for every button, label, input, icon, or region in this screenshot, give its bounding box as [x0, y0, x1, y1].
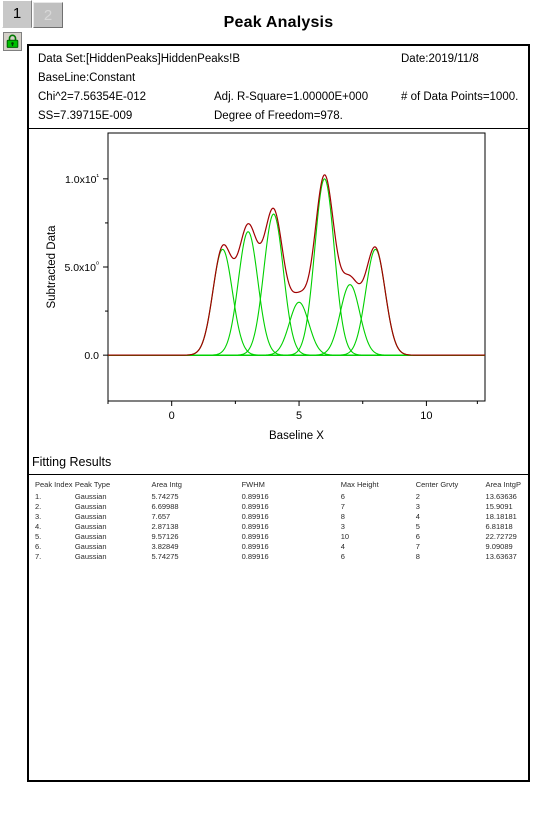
table-header-row: Peak Index Peak Type Area Intg FWHM Max … [35, 480, 521, 491]
cell-area-intg: 2.87138 [151, 521, 179, 531]
column-header-peak-index: Peak Index [35, 480, 73, 489]
cell-center-grvty: 4 [415, 511, 420, 521]
cell-max-height: 7 [340, 501, 345, 511]
cell-peak-index: 7. [35, 551, 42, 561]
cell-max-height: 8 [340, 511, 345, 521]
cell-peak-type: Gaussian [74, 531, 107, 541]
cell-center-grvty: 2 [415, 491, 420, 501]
padlock-icon[interactable] [3, 32, 22, 51]
cell-max-height: 6 [340, 551, 345, 561]
cell-peak-type: Gaussian [74, 521, 107, 531]
fitting-results-divider [29, 474, 528, 475]
ss-label: SS=7.39715E-009 [38, 110, 133, 122]
cell-peak-index: 5. [35, 531, 42, 541]
cell-fwhm: 0.89916 [241, 551, 269, 561]
header-row-dataset: Data Set:[HiddenPeaks]HiddenPeaks!B Date… [29, 50, 528, 69]
cell-center-grvty: 6 [415, 531, 420, 541]
report-header-info: Data Set:[HiddenPeaks]HiddenPeaks!B Date… [29, 46, 528, 129]
cell-area-intgp: 18.18181 [485, 511, 517, 521]
header-row-baseline: BaseLine:Constant [29, 69, 528, 88]
x-tick-label: 0 [169, 410, 175, 422]
cell-area-intg: 7.657 [151, 511, 171, 521]
fitting-results-heading: Fitting Results [32, 455, 112, 469]
degree-of-freedom-label: Degree of Freedom=978. [214, 110, 343, 122]
cell-peak-index: 3. [35, 511, 42, 521]
cell-peak-index: 2. [35, 501, 42, 511]
cell-max-height: 4 [340, 541, 345, 551]
cell-center-grvty: 7 [415, 541, 420, 551]
fitting-results-table: Peak Index Peak Type Area Intg FWHM Max … [35, 480, 521, 561]
header-row-statistics: Chi^2=7.56354E-012 Adj. R-Square=1.00000… [29, 88, 528, 107]
data-points-label: # of Data Points=1000. [401, 91, 519, 103]
chi-square-label: Chi^2=7.56354E-012 [38, 91, 147, 103]
y-tick-label: 5.0x10⁰ [64, 260, 99, 275]
cell-fwhm: 0.89916 [241, 491, 269, 501]
cell-peak-type: Gaussian [74, 511, 107, 521]
cell-area-intgp: 15.9091 [485, 501, 513, 511]
data-set-label: Data Set:[HiddenPeaks]HiddenPeaks!B [38, 53, 241, 65]
adj-r-square-label: Adj. R-Square=1.00000E+000 [214, 91, 369, 103]
cell-area-intg: 5.74275 [151, 491, 179, 501]
cell-peak-type: Gaussian [74, 541, 107, 551]
column-header-fwhm: FWHM [241, 480, 265, 489]
cell-fwhm: 0.89916 [241, 521, 269, 531]
cell-peak-type: Gaussian [74, 551, 107, 561]
cell-center-grvty: 3 [415, 501, 420, 511]
cell-peak-index: 4. [35, 521, 42, 531]
x-tick-label: 5 [296, 410, 302, 422]
cell-area-intgp: 13.63637 [485, 551, 517, 561]
cell-area-intgp: 13.63636 [485, 491, 517, 501]
cell-peak-index: 6. [35, 541, 42, 551]
cell-max-height: 10 [340, 531, 350, 541]
table-row: 7. Gaussian 5.74275 0.89916 6 8 13.63637 [35, 551, 521, 561]
baseline-label: BaseLine:Constant [38, 72, 136, 84]
header-row-ss: SS=7.39715E-009 Degree of Freedom=978. [29, 107, 528, 126]
cell-fwhm: 0.89916 [241, 501, 269, 511]
cell-center-grvty: 5 [415, 521, 420, 531]
cell-area-intgp: 9.09089 [485, 541, 513, 551]
cell-peak-index: 1. [35, 491, 42, 501]
cell-area-intg: 6.69988 [151, 501, 179, 511]
table-row: 2. Gaussian 6.69988 0.89916 7 3 15.9091 [35, 501, 521, 511]
cell-fwhm: 0.89916 [241, 511, 269, 521]
page-title: Peak Analysis [223, 14, 334, 31]
x-axis-title: Baseline X [269, 430, 324, 442]
x-tick-label: 10 [420, 410, 432, 422]
y-tick-label: 0.0 [84, 350, 99, 362]
cell-peak-type: Gaussian [74, 501, 107, 511]
cell-area-intg: 3.82849 [151, 541, 179, 551]
table-row: 4. Gaussian 2.87138 0.89916 3 5 6.81818 [35, 521, 521, 531]
table-row: 3. Gaussian 7.657 0.89916 8 4 18.18181 [35, 511, 521, 521]
cell-fwhm: 0.89916 [241, 541, 269, 551]
peak-plot[interactable]: 0 5 10 0.0 5.0x10⁰ 1.0x10¹ Baseline X Subtracte… [29, 129, 528, 454]
cell-max-height: 6 [340, 491, 345, 501]
column-header-peak-type: Peak Type [74, 480, 111, 489]
y-tick-label: 1.0x10¹ [65, 171, 100, 186]
table-row: 6. Gaussian 3.82849 0.89916 4 7 9.09089 [35, 541, 521, 551]
column-header-area-intgp: Area IntgP [485, 480, 521, 489]
peak-plot-svg: 0 5 10 0.0 5.0x10⁰ 1.0x10¹ Baseline X Subtracte… [46, 132, 486, 442]
peak-analysis-report: Data Set:[HiddenPeaks]HiddenPeaks!B Date… [27, 44, 530, 782]
padlock-icon-glyph [6, 34, 19, 48]
column-header-area-intg: Area Intg [151, 480, 182, 489]
column-header-max-height: Max Height [340, 480, 379, 489]
cell-max-height: 3 [340, 521, 345, 531]
cell-center-grvty: 8 [415, 551, 420, 561]
plot-frame [107, 132, 486, 402]
cell-peak-type: Gaussian [74, 491, 107, 501]
column-header-center-grvty: Center Grvty [415, 480, 459, 489]
date-label: Date:2019/11/8 [401, 53, 479, 65]
cell-area-intgp: 22.72729 [485, 531, 517, 541]
cell-area-intg: 9.57126 [151, 531, 179, 541]
cell-fwhm: 0.89916 [241, 531, 269, 541]
cell-area-intgp: 6.81818 [485, 521, 513, 531]
cell-area-intg: 5.74275 [151, 551, 179, 561]
table-row: 1. Gaussian 5.74275 0.89916 6 2 13.63636 [35, 491, 521, 501]
table-row: 5. Gaussian 9.57126 0.89916 10 6 22.72729 [35, 531, 521, 541]
y-axis-title: Subtracted Data [46, 225, 58, 309]
